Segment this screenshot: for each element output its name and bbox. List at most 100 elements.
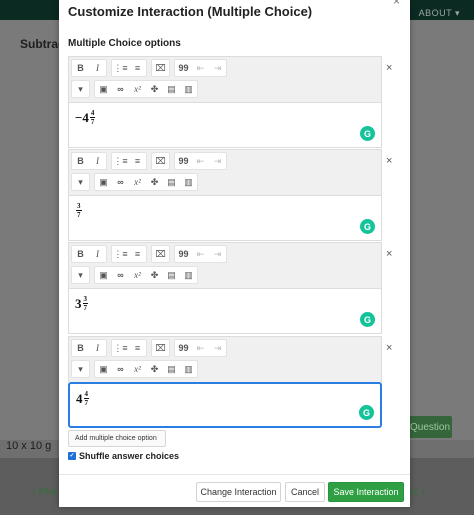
previous-link[interactable]: ‹ Pre xyxy=(32,486,56,498)
grammarly-icon[interactable]: G xyxy=(360,126,375,141)
superscript-icon[interactable]: x² xyxy=(129,267,146,283)
section-label: Multiple Choice options xyxy=(68,38,181,49)
bulleted-list-icon[interactable]: ≡ xyxy=(129,340,146,356)
remove-option-icon[interactable]: × xyxy=(386,155,392,167)
quote-icon[interactable]: 99 xyxy=(175,246,192,262)
denominator: 7 xyxy=(84,399,89,407)
media-icon[interactable]: ▥ xyxy=(180,174,197,190)
math-icon[interactable]: ✤ xyxy=(146,174,163,190)
bold-button[interactable]: B xyxy=(72,153,89,169)
dropdown-icon[interactable]: ▾ xyxy=(72,174,89,190)
math-icon[interactable]: ✤ xyxy=(146,361,163,377)
bold-button[interactable]: B xyxy=(72,340,89,356)
denominator: 7 xyxy=(77,211,81,219)
link-icon[interactable]: ∞ xyxy=(112,361,129,377)
remove-option-icon[interactable]: × xyxy=(386,62,392,74)
superscript-icon[interactable]: x² xyxy=(129,81,146,97)
italic-button[interactable]: I xyxy=(89,60,106,76)
ordered-list-icon[interactable]: ⋮≡ xyxy=(112,153,129,169)
superscript-icon[interactable]: x² xyxy=(129,174,146,190)
numerator: 3 xyxy=(76,202,82,211)
ordered-list-icon[interactable]: ⋮≡ xyxy=(112,60,129,76)
choice-option: B I ⋮≡ ≡ ⌧ 99 ⇤ ⇥ ▾ xyxy=(68,56,382,148)
ordered-list-icon[interactable]: ⋮≡ xyxy=(112,246,129,262)
code-block-icon[interactable]: ⌧ xyxy=(152,60,169,76)
quote-icon[interactable]: 99 xyxy=(175,60,192,76)
bulleted-list-icon[interactable]: ≡ xyxy=(129,153,146,169)
choice-option: B I ⋮≡ ≡ ⌧ 99 ⇤ ⇥ ▾ xyxy=(68,149,382,241)
bulleted-list-icon[interactable]: ≡ xyxy=(129,60,146,76)
choice-editor[interactable]: 4 4 7 G xyxy=(68,382,382,428)
math-icon[interactable]: ✤ xyxy=(146,267,163,283)
quote-icon[interactable]: 99 xyxy=(175,340,192,356)
fraction: 4 7 xyxy=(89,109,96,126)
bold-button[interactable]: B xyxy=(72,246,89,262)
link-icon[interactable]: ∞ xyxy=(112,174,129,190)
italic-button[interactable]: I xyxy=(89,153,106,169)
image-icon[interactable]: ▣ xyxy=(95,361,112,377)
quote-icon[interactable]: 99 xyxy=(175,153,192,169)
code-block-icon[interactable]: ⌧ xyxy=(152,153,169,169)
close-icon[interactable]: × xyxy=(393,0,400,8)
outdent-icon[interactable]: ⇤ xyxy=(192,60,209,76)
image-icon[interactable]: ▣ xyxy=(95,267,112,283)
indent-icon[interactable]: ⇥ xyxy=(209,60,226,76)
superscript-icon[interactable]: x² xyxy=(129,361,146,377)
checkbox-icon[interactable]: ✓ xyxy=(68,452,76,460)
choice-editor[interactable]: 3 3 7 G xyxy=(68,288,382,334)
ordered-list-icon[interactable]: ⋮≡ xyxy=(112,340,129,356)
next-link[interactable]: xt › xyxy=(408,486,425,498)
indent-icon[interactable]: ⇥ xyxy=(209,153,226,169)
italic-button[interactable]: I xyxy=(89,246,106,262)
outdent-icon[interactable]: ⇤ xyxy=(192,153,209,169)
change-interaction-button[interactable]: Change Interaction xyxy=(196,482,281,502)
save-interaction-button[interactable]: Save Interaction xyxy=(328,482,404,502)
table-icon[interactable]: ▤ xyxy=(163,174,180,190)
media-icon[interactable]: ▥ xyxy=(180,81,197,97)
grammarly-icon[interactable]: G xyxy=(360,312,375,327)
add-choice-button[interactable]: Add multiple choice option xyxy=(68,430,166,447)
cancel-button[interactable]: Cancel xyxy=(285,482,325,502)
math-icon[interactable]: ✤ xyxy=(146,81,163,97)
italic-button[interactable]: I xyxy=(89,340,106,356)
media-icon[interactable]: ▥ xyxy=(180,361,197,377)
choice-editor[interactable]: −4 4 7 G xyxy=(68,102,382,148)
code-block-icon[interactable]: ⌧ xyxy=(152,340,169,356)
choice-editor[interactable]: 3 7 G xyxy=(68,195,382,241)
table-icon[interactable]: ▤ xyxy=(163,81,180,97)
remove-option-icon[interactable]: × xyxy=(386,342,392,354)
dropdown-icon[interactable]: ▾ xyxy=(72,361,89,377)
about-menu[interactable]: ABOUT ▾ xyxy=(419,8,460,19)
modal-title: Customize Interaction (Multiple Choice) xyxy=(68,4,313,19)
link-icon[interactable]: ∞ xyxy=(112,267,129,283)
denominator: 7 xyxy=(83,304,88,312)
bulleted-list-icon[interactable]: ≡ xyxy=(129,246,146,262)
table-icon[interactable]: ▤ xyxy=(163,361,180,377)
numerator: 4 xyxy=(89,109,96,118)
fraction: 4 7 xyxy=(83,390,89,407)
media-icon[interactable]: ▥ xyxy=(180,267,197,283)
outdent-icon[interactable]: ⇤ xyxy=(192,246,209,262)
link-icon[interactable]: ∞ xyxy=(112,81,129,97)
denominator: 7 xyxy=(90,118,95,126)
grammarly-icon[interactable]: G xyxy=(360,219,375,234)
grammarly-icon[interactable]: G xyxy=(359,405,374,420)
mixed-number: 3 3 7 xyxy=(75,295,88,312)
dropdown-icon[interactable]: ▾ xyxy=(72,81,89,97)
rich-text-toolbar: B I ⋮≡ ≡ ⌧ 99 ⇤ ⇥ ▾ ▣ ∞ x² ✤ ▤ ▥ xyxy=(68,56,382,102)
indent-icon[interactable]: ⇥ xyxy=(209,340,226,356)
whole-part: −4 xyxy=(75,109,89,125)
mixed-number: −4 4 7 xyxy=(75,109,96,126)
shuffle-toggle[interactable]: ✓ Shuffle answer choices xyxy=(68,451,179,461)
indent-icon[interactable]: ⇥ xyxy=(209,246,226,262)
image-icon[interactable]: ▣ xyxy=(95,81,112,97)
choice-option: B I ⋮≡ ≡ ⌧ 99 ⇤ ⇥ ▾ xyxy=(68,336,382,428)
dropdown-icon[interactable]: ▾ xyxy=(72,267,89,283)
remove-option-icon[interactable]: × xyxy=(386,248,392,260)
outdent-icon[interactable]: ⇤ xyxy=(192,340,209,356)
table-icon[interactable]: ▤ xyxy=(163,267,180,283)
bold-button[interactable]: B xyxy=(72,60,89,76)
rich-text-toolbar: B I ⋮≡ ≡ ⌧ 99 ⇤ ⇥ ▾ ▣ ∞ x² ✤ ▤ ▥ xyxy=(68,149,382,195)
code-block-icon[interactable]: ⌧ xyxy=(152,246,169,262)
image-icon[interactable]: ▣ xyxy=(95,174,112,190)
